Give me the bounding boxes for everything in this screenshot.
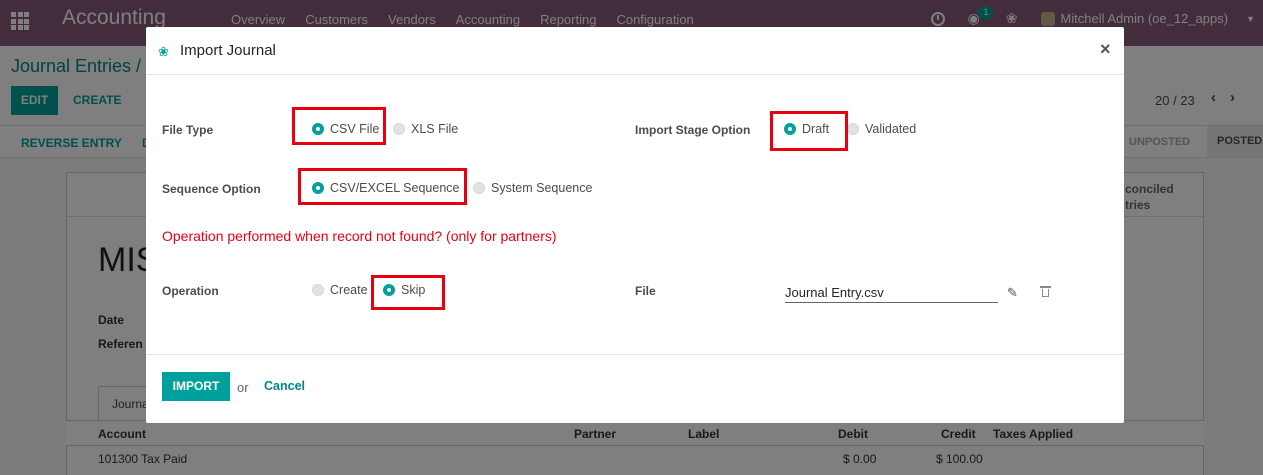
radio-xls-file[interactable]: XLS File — [393, 122, 458, 136]
file-label: File — [635, 284, 656, 298]
dialog-footer: IMPORT or Cancel — [146, 354, 1124, 423]
radio-unselected-icon — [473, 182, 485, 194]
sequence-option-label: Sequence Option — [162, 182, 261, 196]
trash-icon[interactable] — [1040, 286, 1051, 297]
radio-unselected-icon — [393, 123, 405, 135]
radio-create[interactable]: Create — [312, 283, 368, 297]
or-text: or — [237, 380, 249, 395]
dialog-header: ❀ Import Journal × — [146, 27, 1124, 75]
pencil-icon[interactable]: ✎ — [1007, 285, 1018, 301]
option-label: Create — [330, 283, 368, 297]
import-journal-dialog: ❀ Import Journal × File Type CSV File XL… — [146, 27, 1124, 423]
highlight-box — [371, 275, 445, 310]
file-type-label: File Type — [162, 123, 214, 137]
import-stage-label: Import Stage Option — [635, 123, 751, 137]
highlight-box — [298, 168, 467, 205]
highlight-box — [770, 111, 848, 151]
import-button[interactable]: IMPORT — [162, 372, 230, 401]
radio-system-sequence[interactable]: System Sequence — [473, 181, 592, 195]
bug-icon: ❀ — [158, 44, 169, 59]
option-label: System Sequence — [491, 181, 593, 195]
radio-unselected-icon — [847, 123, 859, 135]
file-field[interactable]: Journal Entry.csv — [785, 281, 998, 303]
dialog-title: Import Journal — [180, 42, 276, 59]
operation-label: Operation — [162, 284, 219, 298]
close-icon[interactable]: × — [1100, 39, 1111, 60]
warning-text: Operation performed when record not foun… — [162, 228, 557, 244]
option-label: Validated — [865, 122, 917, 136]
highlight-box — [292, 107, 386, 145]
radio-validated[interactable]: Validated — [847, 122, 916, 136]
cancel-button[interactable]: Cancel — [264, 379, 305, 393]
radio-unselected-icon — [312, 284, 324, 296]
option-label: XLS File — [411, 122, 459, 136]
